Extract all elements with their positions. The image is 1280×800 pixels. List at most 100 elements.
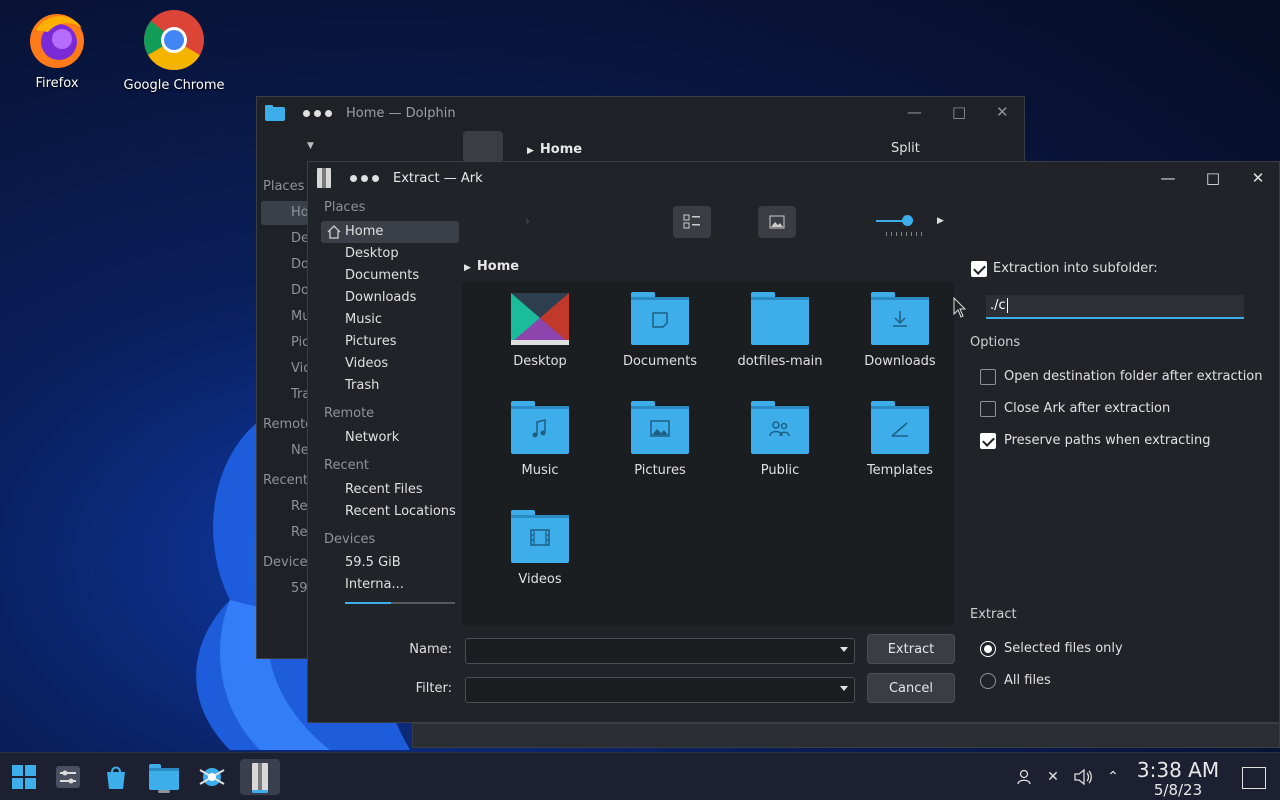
- place-item-documents[interactable]: Documents: [321, 265, 459, 287]
- file-item-desktop[interactable]: Desktop: [480, 292, 600, 369]
- subfolder-checkbox[interactable]: [971, 261, 987, 277]
- back-arrow-icon[interactable]: ›: [525, 214, 530, 228]
- place-item-videos[interactable]: Videos: [321, 353, 459, 375]
- detailed-view-button[interactable]: [673, 206, 711, 238]
- microphone-muted-icon[interactable]: ✕: [1043, 767, 1063, 787]
- filter-label: Filter:: [415, 681, 452, 696]
- taskbar-settings-button[interactable]: [48, 759, 88, 795]
- preview-button[interactable]: [758, 206, 796, 238]
- file-name: Pictures: [634, 463, 686, 478]
- recent-header: Recent: [263, 473, 308, 488]
- file-view[interactable]: Desktop Documents dotfiles-main Download…: [462, 282, 954, 626]
- file-name: dotfiles-main: [737, 354, 823, 369]
- start-menu-button[interactable]: [4, 759, 44, 795]
- subfolder-input[interactable]: ./c: [986, 295, 1244, 319]
- place-item-pictures[interactable]: Pictures: [321, 331, 459, 353]
- place-item-trash[interactable]: Trash: [321, 375, 459, 397]
- place-item-recent-locations[interactable]: Recent Locations: [321, 501, 459, 523]
- window-menu-dots[interactable]: [303, 109, 332, 117]
- place-item-music[interactable]: Music: [321, 309, 459, 331]
- all-files-radio[interactable]: [980, 673, 996, 689]
- firefox-icon: [30, 14, 84, 68]
- file-item-templates[interactable]: Templates: [840, 401, 960, 478]
- taskbar: ✕ ⌃ 3:38 AM 5/8/23: [0, 752, 1280, 800]
- ark-extract-window[interactable]: Extract — Ark — □ ✕ Places Home Desktop …: [307, 161, 1280, 723]
- volume-icon[interactable]: [1073, 767, 1093, 787]
- breadcrumb[interactable]: ▶ Home: [464, 259, 519, 274]
- desktop-icon-firefox[interactable]: Firefox: [2, 8, 112, 91]
- file-item-downloads[interactable]: Downloads: [840, 292, 960, 369]
- ark-titlebar[interactable]: Extract — Ark: [308, 162, 1279, 194]
- image-preview-icon: [769, 215, 785, 229]
- mouse-cursor-icon: [953, 297, 967, 318]
- place-label: Trash: [345, 378, 380, 393]
- minimize-icon[interactable]: —: [1158, 169, 1178, 187]
- clock[interactable]: 3:38 AM 5/8/23: [1130, 759, 1226, 799]
- filter-combobox[interactable]: [465, 677, 855, 703]
- extract-button[interactable]: Extract: [867, 634, 955, 664]
- close-icon[interactable]: ✕: [996, 103, 1009, 121]
- desktop-icon-chrome[interactable]: Google Chrome: [119, 8, 229, 93]
- place-label: Recent Files: [345, 482, 423, 497]
- place-label: Recent Locations: [345, 504, 456, 519]
- places-header: Places: [263, 179, 305, 194]
- place-label: 59.5 GiB Interna...: [345, 555, 404, 592]
- split-button[interactable]: Split: [891, 141, 920, 156]
- preserve-paths-checkbox[interactable]: [980, 433, 996, 449]
- close-ark-label: Close Ark after extraction: [1004, 401, 1171, 416]
- file-item-videos[interactable]: Videos: [480, 510, 600, 587]
- device-usage-bar: [345, 602, 391, 604]
- folder-icon: [751, 292, 809, 345]
- clock-date: 5/8/23: [1153, 781, 1203, 799]
- file-item-music[interactable]: Music: [480, 401, 600, 478]
- close-icon[interactable]: ✕: [1248, 169, 1268, 187]
- place-item-network[interactable]: Network: [321, 427, 459, 449]
- view-mode-button[interactable]: [463, 131, 503, 163]
- file-item-dotfiles-main[interactable]: dotfiles-main: [720, 292, 840, 369]
- minimize-icon[interactable]: —: [907, 103, 922, 121]
- taskbar-krfb-button[interactable]: [192, 759, 232, 795]
- selected-files-radio[interactable]: [980, 641, 996, 657]
- maximize-icon[interactable]: □: [952, 103, 966, 121]
- place-label: Desktop: [345, 246, 399, 261]
- chevron-down-icon[interactable]: [840, 647, 848, 652]
- place-item-device[interactable]: 59.5 GiB Interna...: [321, 552, 459, 592]
- place-label: Home: [345, 224, 384, 239]
- place-item-downloads[interactable]: Downloads: [321, 287, 459, 309]
- cancel-button[interactable]: Cancel: [867, 673, 955, 703]
- show-desktop-button[interactable]: [1242, 767, 1266, 789]
- file-item-pictures[interactable]: Pictures: [600, 401, 720, 478]
- system-tray-expand-icon[interactable]: ⌃: [1103, 767, 1123, 787]
- close-ark-checkbox[interactable]: [980, 401, 996, 417]
- user-switch-icon[interactable]: [1015, 767, 1035, 787]
- place-item-desktop[interactable]: Desktop: [321, 243, 459, 265]
- place-item-recent-files[interactable]: Recent Files: [321, 479, 459, 501]
- file-name: Downloads: [864, 354, 936, 369]
- places-header: Places: [324, 200, 366, 215]
- breadcrumb[interactable]: ▶ Home: [527, 142, 582, 157]
- maximize-icon[interactable]: □: [1203, 169, 1223, 187]
- extract-header: Extract: [970, 607, 1017, 622]
- file-item-public[interactable]: Public: [720, 401, 840, 478]
- taskbar-ark-button[interactable]: [240, 759, 280, 795]
- folder-downloads-icon: [871, 292, 929, 345]
- place-item-home[interactable]: Home: [321, 221, 459, 243]
- zoom-slider-ticks: [886, 232, 922, 236]
- file-item-documents[interactable]: Documents: [600, 292, 720, 369]
- remote-header: Remote: [263, 417, 314, 432]
- zoom-slider-handle[interactable]: [902, 215, 913, 226]
- ark-archive-icon: [252, 763, 268, 791]
- taskbar-dolphin-button[interactable]: [144, 759, 184, 795]
- chevron-right-icon[interactable]: ▶: [937, 216, 944, 226]
- window-menu-dots[interactable]: [350, 174, 379, 182]
- folder-documents-icon: [631, 292, 689, 345]
- open-destination-checkbox[interactable]: [980, 369, 996, 385]
- windows-logo-icon: [12, 765, 36, 789]
- taskbar-discover-button[interactable]: [96, 759, 136, 795]
- recent-header: Recent: [324, 458, 369, 473]
- preserve-paths-label: Preserve paths when extracting: [1004, 433, 1211, 448]
- chevron-down-icon[interactable]: ▼: [307, 141, 314, 151]
- name-combobox[interactable]: [465, 638, 855, 664]
- chevron-down-icon[interactable]: [840, 686, 848, 691]
- folder-public-icon: [751, 401, 809, 454]
